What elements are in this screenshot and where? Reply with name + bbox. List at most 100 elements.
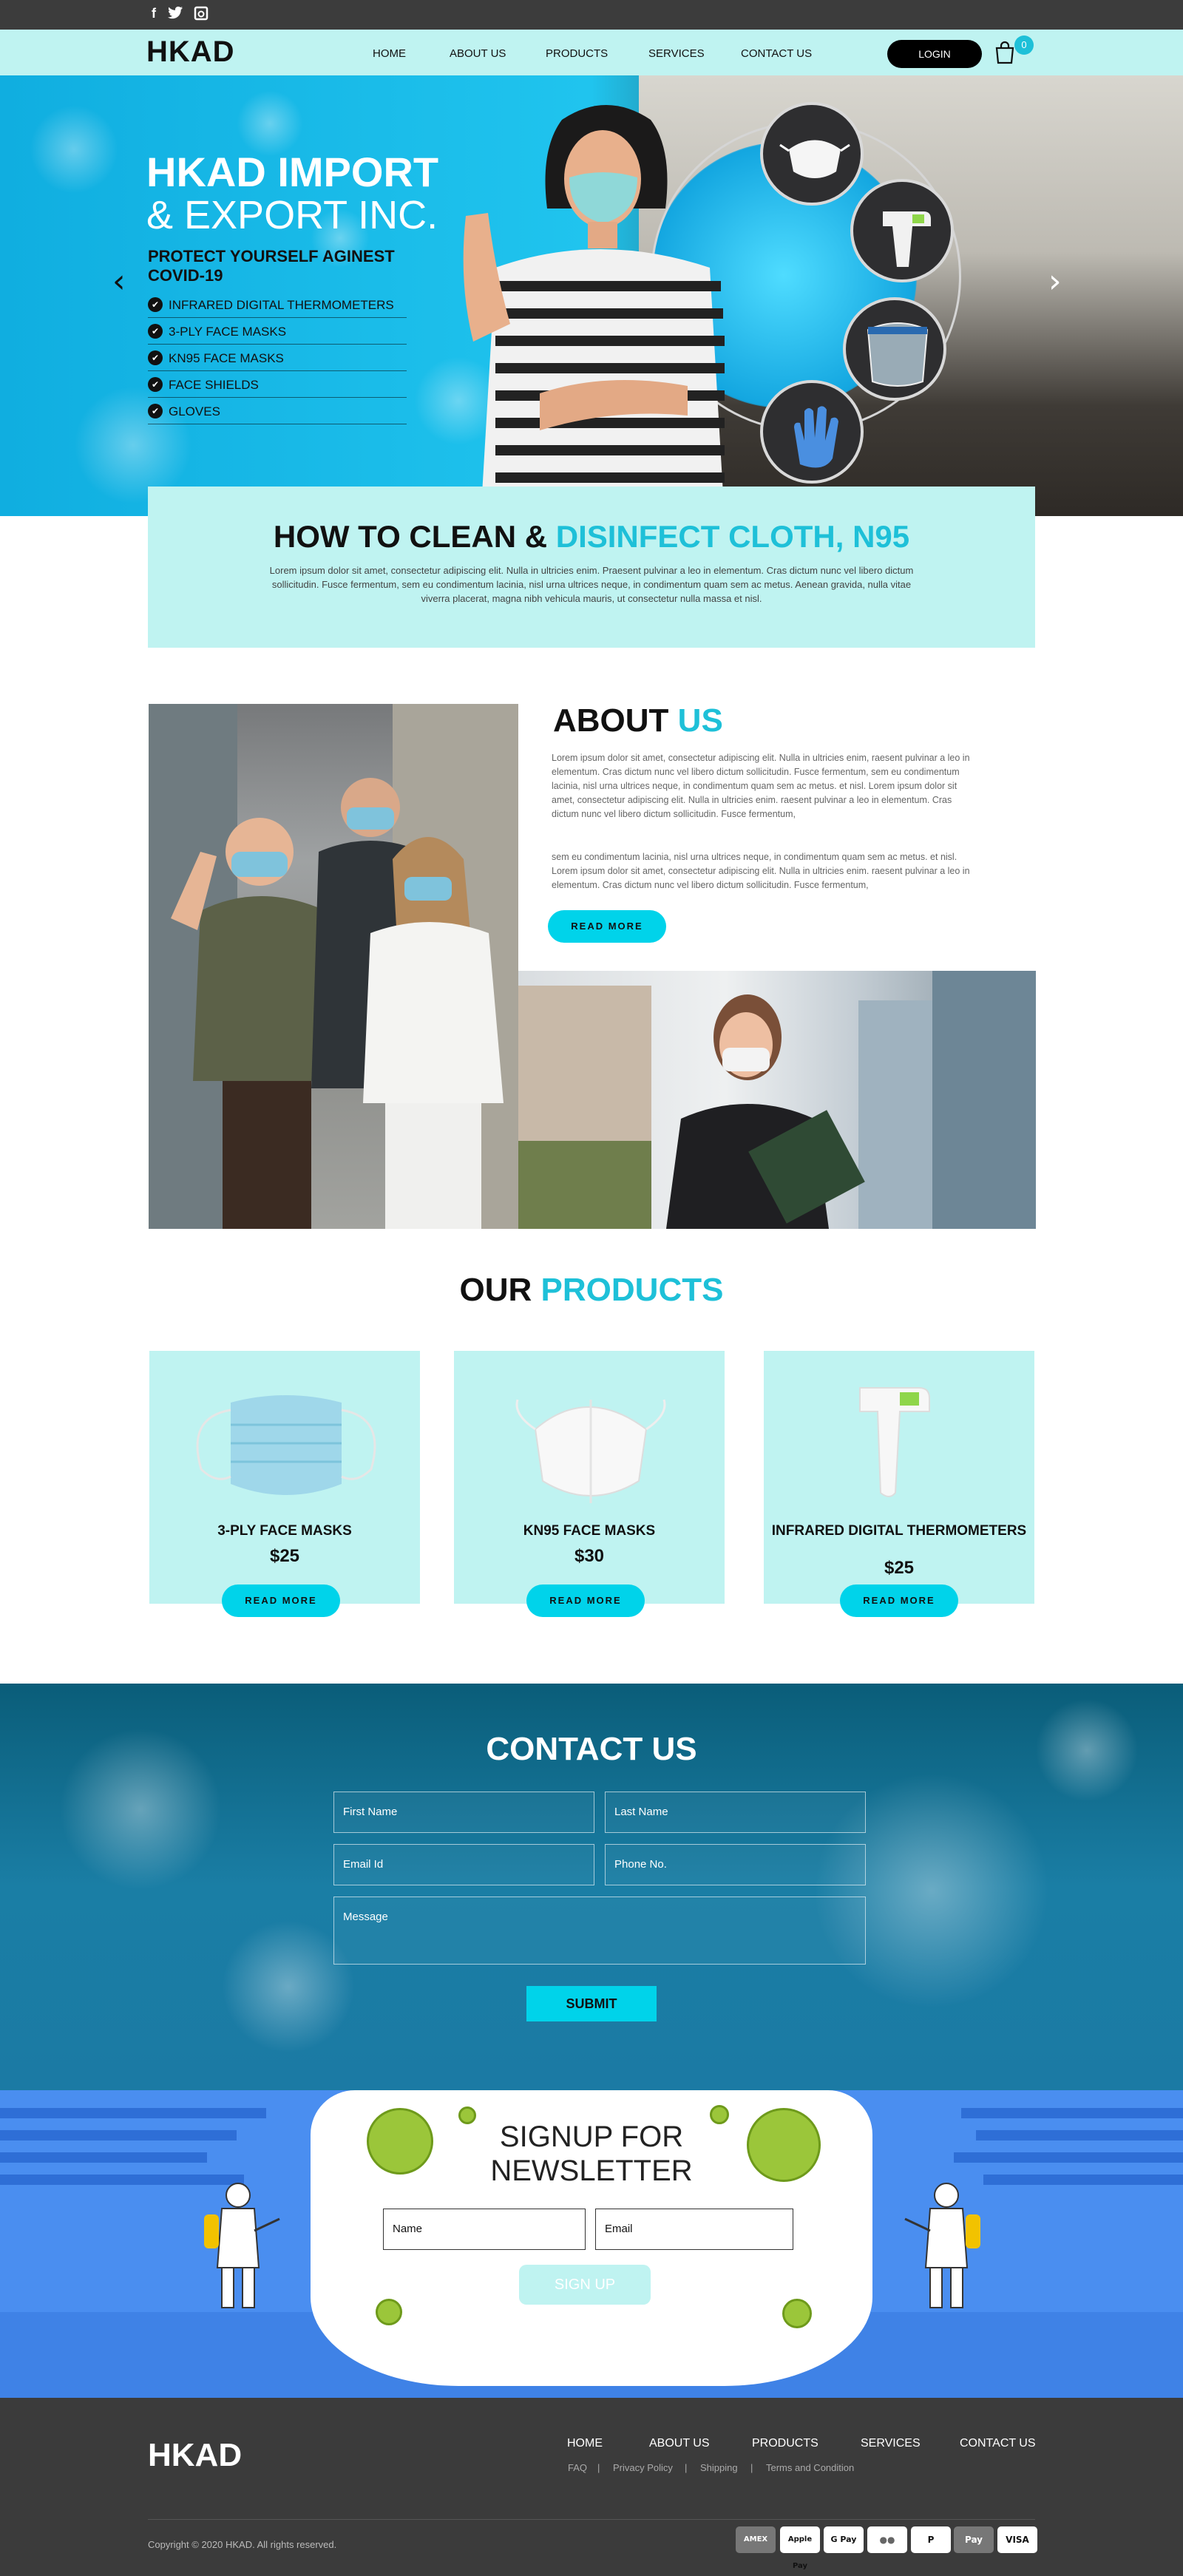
paypal-icon: P [911, 2526, 951, 2553]
virus-decoration [30, 105, 118, 194]
signup-button[interactable]: SIGN UP [519, 2265, 651, 2305]
nav-products[interactable]: PRODUCTS [546, 47, 608, 60]
check-icon: ✔ [148, 324, 163, 339]
nav-contact-us[interactable]: CONTACT US [741, 47, 812, 60]
login-button[interactable]: LOGIN [887, 40, 982, 68]
footer-divider: | [597, 2462, 600, 2473]
footer-divider: | [750, 2462, 753, 2473]
face-shield-bubble [843, 297, 946, 401]
hero-bullet: ✔ INFRARED DIGITAL THERMOMETERS [148, 293, 407, 318]
last-name-field[interactable]: Last Name [605, 1792, 866, 1833]
footer-nav-home[interactable]: HOME [567, 2437, 603, 2450]
nav-about-us[interactable]: ABOUT US [450, 47, 506, 60]
product-price: $25 [269, 1546, 300, 1566]
about-paragraph: Lorem ipsum dolor sit amet, consectetur … [552, 753, 970, 819]
facebook-icon[interactable]: f [146, 6, 161, 21]
newsletter-section: SIGNUP FOR NEWSLETTER Name Email SIGN UP [0, 2090, 1183, 2398]
clean-text: Lorem ipsum dolor sit amet, consectetur … [269, 565, 914, 604]
product-name: 3-PLY FACE MASKS [217, 1523, 352, 1539]
nav-services[interactable]: SERVICES [648, 47, 705, 60]
contact-title: CONTACT US [486, 1731, 697, 1767]
stripe-decoration [961, 2108, 1183, 2118]
sanitizer-worker-left [204, 2183, 280, 2308]
instagram-icon[interactable] [194, 6, 209, 21]
product-price: $25 [884, 1558, 915, 1578]
visa-icon: VISA [997, 2526, 1037, 2553]
newsletter-name-field[interactable]: Name [383, 2209, 586, 2250]
about-read-more-button[interactable]: READ MORE [548, 910, 666, 943]
gloves-bubble [760, 380, 864, 484]
footer-nav-products[interactable]: PRODUCTS [752, 2437, 818, 2450]
apple-pay-icon: Apple Pay [780, 2526, 820, 2570]
about-group-image [149, 704, 518, 1229]
twitter-icon[interactable] [167, 6, 183, 21]
sanitizer-worker-right [904, 2183, 980, 2308]
newsletter-title: SIGNUP FOR NEWSLETTER [490, 2121, 693, 2187]
message-field[interactable]: Message [333, 1897, 866, 1965]
amex-icon: AMEX [736, 2526, 776, 2553]
logo[interactable]: HKAD [146, 35, 235, 69]
clean-section: HOW TO CLEAN & DISINFECT CLOTH, N95 Lore… [148, 487, 1035, 648]
virus-decoration [237, 90, 303, 157]
thermometer-image [859, 1387, 930, 1497]
email-field[interactable]: Email Id [333, 1844, 594, 1885]
about-woman-image [518, 971, 1036, 1229]
footer-link-privacy[interactable]: Privacy Policy [613, 2462, 673, 2473]
check-icon: ✔ [148, 350, 163, 366]
clean-title: HOW TO CLEAN & DISINFECT CLOTH, N95 [273, 519, 910, 554]
virus-icon [376, 2299, 402, 2325]
footer-separator [148, 2519, 1035, 2520]
hero-title-line1: HKAD IMPORT [146, 149, 439, 195]
woman-image [463, 105, 725, 516]
thermometer-bubble [850, 179, 954, 282]
product-price: $30 [574, 1546, 605, 1566]
newsletter-email-field[interactable]: Email [595, 2209, 793, 2250]
footer-nav-about-us[interactable]: ABOUT US [649, 2437, 710, 2450]
nav-home[interactable]: HOME [373, 47, 406, 60]
footer-nav-contact-us[interactable]: CONTACT US [960, 2437, 1036, 2450]
product-card[interactable]: KN95 FACE MASKS $30 READ MORE [454, 1351, 725, 1617]
check-icon: ✔ [148, 377, 163, 393]
product-read-more-button[interactable]: READ MORE [222, 1584, 340, 1617]
mastercard-icon: ●● [867, 2526, 907, 2553]
footer-link-faq[interactable]: FAQ [568, 2462, 587, 2473]
check-icon: ✔ [148, 297, 163, 313]
kn95-mask-image [515, 1399, 666, 1503]
footer-link-terms[interactable]: Terms and Condition [766, 2462, 854, 2473]
footer-link-shipping[interactable]: Shipping [700, 2462, 738, 2473]
cart-count-badge: 0 [1014, 35, 1034, 55]
footer-nav-services[interactable]: SERVICES [861, 2437, 921, 2450]
about-title: ABOUT US [553, 702, 723, 739]
product-card[interactable]: INFRARED DIGITAL THERMOMETERS $25 READ M… [764, 1351, 1034, 1617]
footer-divider: | [685, 2462, 688, 2473]
face-mask-bubble [760, 102, 864, 206]
carousel-prev-arrow[interactable]: ‹ [112, 262, 126, 300]
first-name-field[interactable]: First Name [333, 1792, 594, 1833]
top-bar: f [0, 0, 1183, 30]
hero-bullet: ✔ FACE SHIELDS [148, 373, 407, 398]
product-read-more-button[interactable]: READ MORE [526, 1584, 645, 1617]
product-read-more-button[interactable]: READ MORE [840, 1584, 958, 1617]
product-card[interactable]: 3-PLY FACE MASKS $25 READ MORE [149, 1351, 420, 1617]
carousel-next-arrow[interactable]: › [1048, 262, 1062, 300]
check-icon: ✔ [148, 404, 163, 419]
product-name: INFRARED DIGITAL THERMOMETERS [771, 1523, 1027, 1539]
google-pay-icon: G Pay [824, 2526, 864, 2553]
face-mask-image [196, 1395, 376, 1495]
footer-logo[interactable]: HKAD [148, 2437, 242, 2474]
hero-subtitle: PROTECT YOURSELF AGINEST COVID-19 [148, 247, 395, 285]
hero-bullet: ✔ KN95 FACE MASKS [148, 346, 407, 371]
product-name: KN95 FACE MASKS [523, 1523, 656, 1539]
submit-button[interactable]: SUBMIT [526, 1986, 657, 2021]
hero-bullet: ✔ GLOVES [148, 399, 407, 424]
copyright-text: Copyright © 2020 HKAD. All rights reserv… [148, 2539, 337, 2550]
virus-icon [782, 2299, 812, 2328]
stripe-decoration [0, 2108, 266, 2118]
products-title: OUR PRODUCTS [459, 1272, 724, 1308]
contact-section: CONTACT US First Name Last Name Email Id… [0, 1684, 1183, 2090]
cart-icon[interactable] [994, 41, 1016, 64]
about-paragraph: sem eu condimentum lacinia, nisl urna ul… [552, 852, 970, 890]
phone-field[interactable]: Phone No. [605, 1844, 866, 1885]
hero-bullet: ✔ 3-PLY FACE MASKS [148, 319, 407, 345]
samsung-pay-icon: Pay [954, 2526, 994, 2553]
